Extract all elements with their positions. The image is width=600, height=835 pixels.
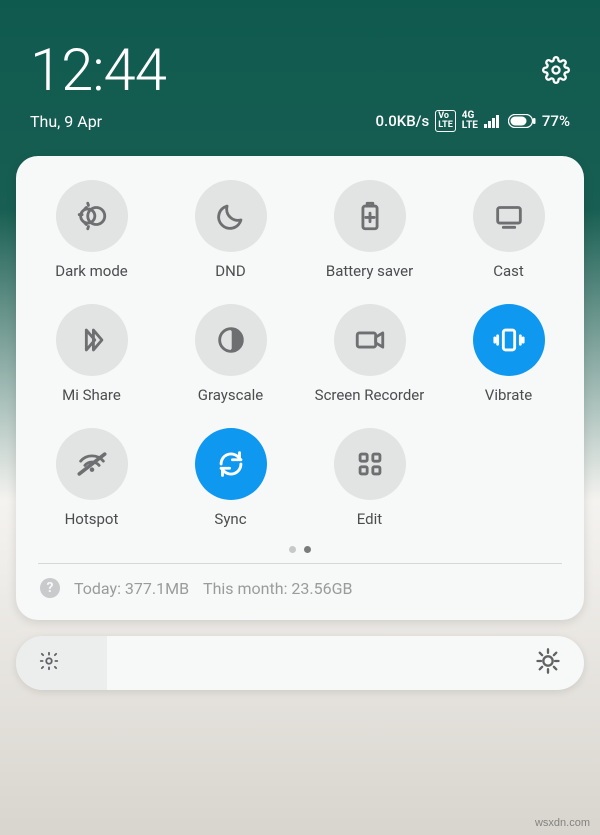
dnd-icon <box>195 180 267 252</box>
tile-dark-mode[interactable]: Dark mode <box>22 180 161 280</box>
cast-icon <box>473 180 545 252</box>
brightness-high-icon <box>534 647 562 679</box>
tile-label: Screen Recorder <box>315 386 425 404</box>
tile-grayscale[interactable]: Grayscale <box>161 304 300 404</box>
clock: 12:44 <box>30 42 166 100</box>
signal-icon <box>484 114 502 128</box>
page-dot-0 <box>289 546 296 553</box>
tile-label: Battery saver <box>326 262 413 280</box>
dark-mode-icon <box>56 180 128 252</box>
tile-cast[interactable]: Cast <box>439 180 578 280</box>
hotspot-icon <box>56 428 128 500</box>
grayscale-icon <box>195 304 267 376</box>
tile-vibrate[interactable]: Vibrate <box>439 304 578 404</box>
edit-icon <box>334 428 406 500</box>
battery-saver-icon <box>334 180 406 252</box>
volte-badge: VoLTE <box>435 110 456 132</box>
tile-sync[interactable]: Sync <box>161 428 300 528</box>
vibrate-icon <box>473 304 545 376</box>
data-rate: 0.0KB/s <box>376 112 430 130</box>
tile-hotspot[interactable]: Hotspot <box>22 428 161 528</box>
quick-settings-panel: Dark mode DND Battery saver Cast Mi Share Gra… <box>16 156 584 620</box>
tile-label: Dark mode <box>55 262 128 280</box>
tile-label: Vibrate <box>485 386 532 404</box>
tile-screen-recorder[interactable]: Screen Recorder <box>300 304 439 404</box>
tile-label: Sync <box>214 510 246 528</box>
status-icons: 0.0KB/s VoLTE 4GLTE 77% <box>376 110 571 132</box>
tile-label: Hotspot <box>65 510 119 528</box>
tile-label: Mi Share <box>62 386 121 404</box>
tile-label: DND <box>215 262 245 280</box>
battery-icon <box>508 114 536 128</box>
usage-month: This month: 23.56GB <box>203 579 352 598</box>
tile-edit[interactable]: Edit <box>300 428 439 528</box>
settings-button[interactable] <box>542 42 570 88</box>
brightness-track-fill <box>16 636 107 690</box>
info-icon: ? <box>40 578 60 598</box>
usage-today: Today: 377.1MB <box>74 579 189 598</box>
gear-icon <box>542 56 570 84</box>
tile-dnd[interactable]: DND <box>161 180 300 280</box>
status-area: 12:44 Thu, 9 Apr 0.0KB/s VoLTE 4GLTE 77% <box>0 0 600 146</box>
watermark: wsxdn.com <box>535 817 590 829</box>
date: Thu, 9 Apr <box>30 112 102 131</box>
tile-mi-share[interactable]: Mi Share <box>22 304 161 404</box>
screen-recorder-icon <box>334 304 406 376</box>
tile-label: Edit <box>357 510 382 528</box>
battery-percent: 77% <box>542 112 570 130</box>
page-dot-1 <box>304 546 311 553</box>
tile-battery-saver[interactable]: Battery saver <box>300 180 439 280</box>
network-type: 4GLTE <box>462 111 478 131</box>
mi-share-icon <box>56 304 128 376</box>
sync-icon <box>195 428 267 500</box>
tile-label: Cast <box>493 262 524 280</box>
tiles-grid: Dark mode DND Battery saver Cast Mi Share Gra… <box>22 180 578 528</box>
page-indicator[interactable] <box>22 546 578 553</box>
tile-label: Grayscale <box>198 386 264 404</box>
data-usage-row[interactable]: ? Today: 377.1MB This month: 23.56GB <box>22 564 578 612</box>
brightness-slider[interactable] <box>16 636 584 690</box>
